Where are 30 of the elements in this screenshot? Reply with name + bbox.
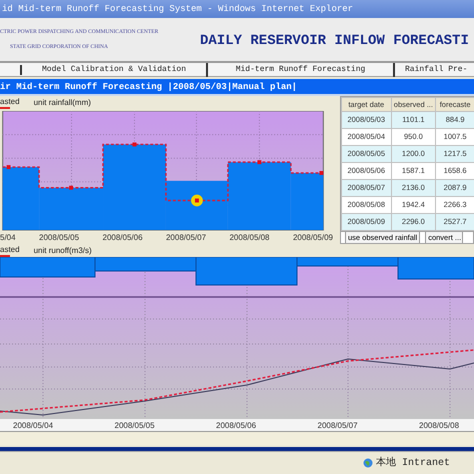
app-title: DAILY RESERVOIR INFLOW FORECASTI xyxy=(200,32,469,51)
globe-icon xyxy=(362,458,373,468)
security-zone: 本地 Intranet xyxy=(376,456,450,470)
data-point xyxy=(194,198,199,202)
axis-label: 2008/05/06 xyxy=(216,420,256,432)
axis-label: 2008/05/07 xyxy=(318,420,358,432)
unit-label: unit rainfall(mm) xyxy=(34,96,91,108)
nav-tab[interactable]: Model Calibration & Validation xyxy=(22,62,208,76)
panel-title: ir Mid-term Runoff Forecasting |2008/05/03|Manual plan| xyxy=(0,79,474,96)
nav-tab[interactable]: Rainfall Pre- xyxy=(395,62,474,76)
nav-tab[interactable]: Mid-term Runoff Forecasting xyxy=(208,62,395,76)
axis-label: 2008/05/05 xyxy=(114,420,155,432)
axis-label: 2008/05/09 xyxy=(292,232,333,244)
unit-label: unit runoff(m3/s) xyxy=(34,244,92,256)
data-point xyxy=(6,165,11,170)
window-title: id Mid-term Runoff Forecasting System - Windows Internet Explorer xyxy=(0,0,474,18)
axis-label: 2008/05/08 xyxy=(419,420,460,432)
data-point xyxy=(257,160,262,164)
data-point xyxy=(132,142,136,146)
axis-label: 2008/05/06 xyxy=(102,232,143,244)
legend-label: asted xyxy=(0,96,20,106)
legend-line xyxy=(0,106,10,108)
axis-label: 5/04 xyxy=(0,232,16,244)
data-point xyxy=(69,186,73,190)
data-point xyxy=(319,171,324,175)
legend-label: asted xyxy=(0,244,20,254)
axis-label: 2008/05/07 xyxy=(166,232,206,244)
axis-label: 2008/05/08 xyxy=(229,232,270,244)
axis-label: 2008/05/04 xyxy=(13,420,54,432)
axis-label: 2008/05/05 xyxy=(39,232,80,244)
